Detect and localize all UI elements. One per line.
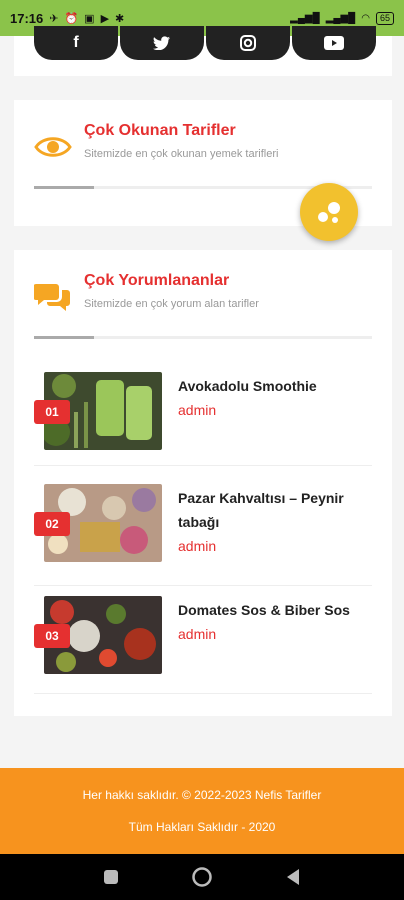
youtube-button[interactable] bbox=[292, 26, 376, 60]
most-commented-widget: Çok Yorumlananlar Sitemizde en çok yorum… bbox=[14, 250, 392, 716]
rank-badge: 02 bbox=[34, 512, 70, 536]
footer-rights: Tüm Hakları Saklıdır - 2020 bbox=[128, 820, 276, 834]
list-item[interactable]: 03 Domates Sos & Biber Sos admin bbox=[34, 586, 372, 694]
list-item[interactable]: 02 Pazar Kahvaltısı – Peynir tabağı admi… bbox=[34, 474, 372, 586]
most-commented-header: Çok Yorumlananlar Sitemizde en çok yorum… bbox=[34, 272, 259, 316]
wifi-icon: ◠ bbox=[361, 12, 370, 24]
back-icon[interactable] bbox=[285, 868, 301, 886]
most-read-header: Çok Okunan Tarifler Sitemizde en çok oku… bbox=[34, 122, 278, 166]
footer-copyright: Her hakkı saklıdır. © 2022-2023 Nefis Ta… bbox=[82, 788, 322, 802]
settings-icon: ✱ bbox=[115, 12, 125, 25]
most-commented-divider bbox=[34, 336, 372, 339]
most-commented-subtitle: Sitemizde en çok yorum alan tarifler bbox=[84, 298, 259, 310]
chat-bubbles-icon bbox=[34, 284, 70, 311]
list-item[interactable]: 01 Avokadolu Smoothie admin bbox=[34, 362, 372, 466]
post-title[interactable]: Avokadolu Smoothie bbox=[178, 374, 368, 398]
bubbles-icon bbox=[318, 202, 340, 223]
social-card: f bbox=[14, 26, 392, 76]
signal2-icon: ▂▄▆█ bbox=[325, 12, 356, 24]
facebook-icon: f bbox=[73, 34, 79, 51]
screenshot-icon: ▣ bbox=[84, 12, 95, 25]
post-author[interactable]: admin bbox=[178, 626, 216, 642]
status-system-icons: ▂▄▆█ ▂▄▆█ ◠ 65 bbox=[290, 11, 394, 25]
status-notification-icons: ✈ ⏰ ▣ ▶ ✱ bbox=[49, 12, 124, 25]
recent-apps-icon[interactable] bbox=[103, 869, 119, 885]
signal-icon: ▂▄▆█ bbox=[290, 12, 320, 24]
most-commented-title: Çok Yorumlananlar bbox=[84, 272, 230, 289]
facebook-button[interactable]: f bbox=[34, 26, 118, 60]
status-time: 17:16 bbox=[10, 10, 44, 26]
social-links: f bbox=[34, 26, 376, 60]
post-author[interactable]: admin bbox=[178, 538, 216, 554]
most-read-subtitle: Sitemizde en çok okunan yemek tarifleri bbox=[84, 148, 279, 160]
mute-icon: ✈ bbox=[49, 12, 59, 25]
twitter-button[interactable] bbox=[120, 26, 204, 60]
instagram-button[interactable] bbox=[206, 26, 290, 60]
footer: Her hakkı saklıdır. © 2022-2023 Nefis Ta… bbox=[0, 768, 404, 854]
instagram-icon bbox=[240, 35, 256, 51]
navigation-bar bbox=[0, 854, 404, 900]
youtube-icon bbox=[324, 36, 344, 50]
rank-badge: 01 bbox=[34, 400, 70, 424]
home-icon[interactable] bbox=[191, 866, 213, 888]
post-author[interactable]: admin bbox=[178, 402, 216, 418]
floating-action-button[interactable] bbox=[300, 183, 358, 241]
most-read-title: Çok Okunan Tarifler bbox=[84, 122, 236, 139]
post-title[interactable]: Pazar Kahvaltısı – Peynir tabağı bbox=[178, 486, 368, 534]
battery-icon: 65 bbox=[375, 11, 394, 25]
post-title[interactable]: Domates Sos & Biber Sos bbox=[178, 598, 368, 622]
rank-badge: 03 bbox=[34, 624, 70, 648]
play-icon: ▶ bbox=[100, 12, 110, 25]
alarm-icon: ⏰ bbox=[64, 12, 79, 25]
eye-icon bbox=[34, 137, 72, 157]
twitter-icon bbox=[153, 36, 170, 50]
